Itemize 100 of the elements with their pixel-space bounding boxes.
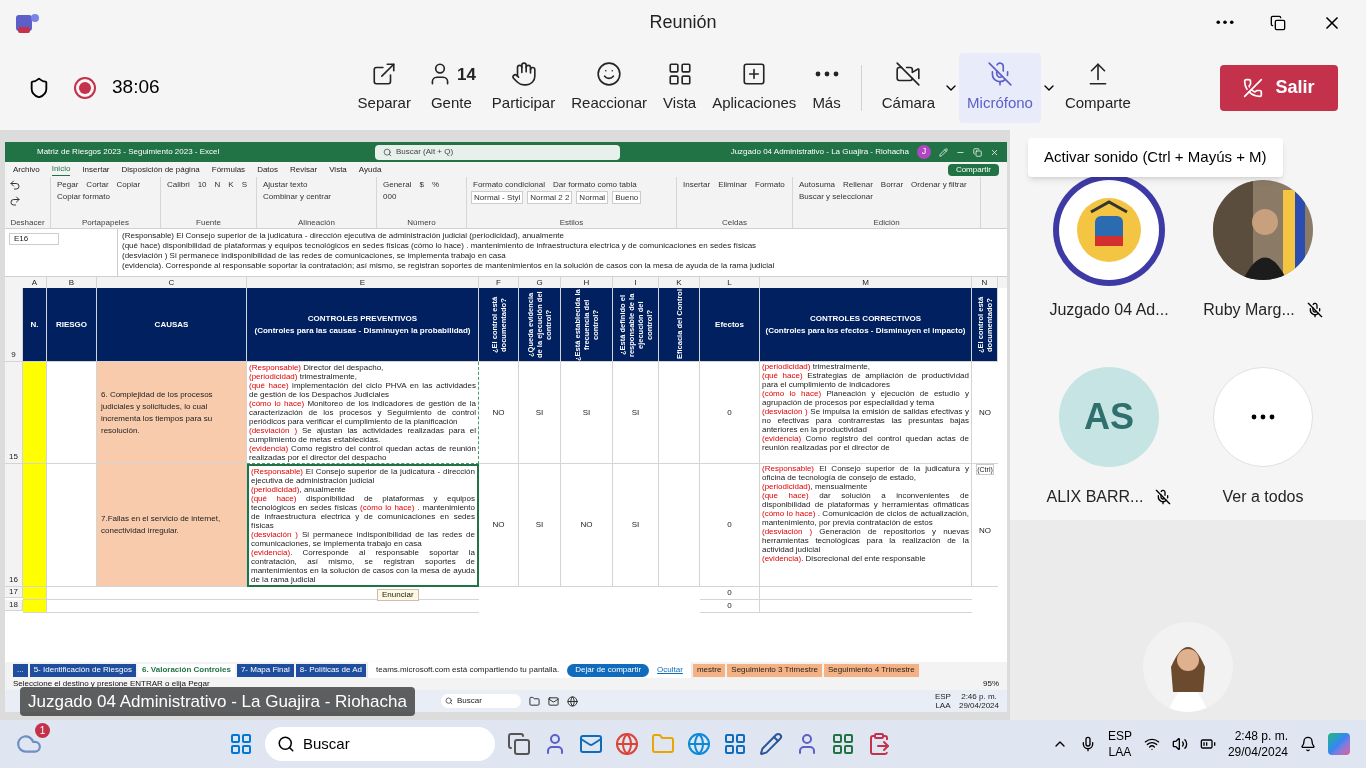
menu-tab[interactable]: Ayuda bbox=[358, 163, 382, 176]
notification-bell-icon[interactable] bbox=[1300, 736, 1316, 752]
ribbon-button[interactable]: Copiar bbox=[114, 179, 143, 190]
sheet-tab[interactable]: Seguimiento 4 Trimestre bbox=[824, 663, 919, 677]
ribbon-button[interactable]: Formato condicional bbox=[471, 179, 548, 190]
ribbon-button[interactable]: Copiar formato bbox=[55, 191, 112, 202]
menu-tab[interactable]: Inicio bbox=[51, 163, 71, 176]
toolbar-button[interactable]: 14 Gente bbox=[418, 52, 484, 123]
clock[interactable]: 2:48 p. m. 29/04/2024 bbox=[1227, 728, 1288, 760]
ribbon-button[interactable]: Buscar y seleccionar bbox=[797, 191, 875, 202]
toolbar-icon bbox=[987, 61, 1013, 88]
sheet-tab[interactable]: ... bbox=[13, 663, 28, 677]
taskbar-app-icon[interactable] bbox=[529, 695, 540, 707]
ribbon-button[interactable]: Normal 2 2 bbox=[527, 191, 573, 204]
toolbar-button[interactable]: Reaccionar bbox=[563, 52, 656, 123]
control-text: (periodicidad) trimestralmente, bbox=[762, 362, 872, 371]
undo-icon[interactable] bbox=[9, 179, 21, 191]
ribbon-button[interactable]: Normal - Styl bbox=[471, 191, 524, 204]
control-text: (evidencia). Corresponde al responsable soportar la contratación, así mismo, se registran soportes de mantenimientos en la solución de casos con la mesa de ayuda de la rama judicial bbox=[251, 548, 475, 584]
table-cell: SI bbox=[519, 464, 561, 587]
formula-line: (evidencia). Corresponde al responsable soportar la contratación; así mismo, se registran soportes de mantenimientos en la solución de casos con la mesa de ayuda de la rama judicial bbox=[122, 261, 776, 271]
ribbon-button[interactable]: Normal bbox=[576, 191, 609, 204]
ribbon-button[interactable]: N bbox=[212, 179, 223, 190]
table-cell: NO bbox=[979, 524, 991, 537]
toolbar-button[interactable]: Participar bbox=[483, 52, 564, 123]
pen-icon[interactable] bbox=[939, 147, 948, 157]
volume-icon[interactable] bbox=[1171, 736, 1188, 752]
teams-logo-icon bbox=[16, 11, 40, 34]
restore-icon[interactable] bbox=[1270, 14, 1286, 31]
ribbon-button[interactable]: Rellenar bbox=[841, 179, 875, 190]
search-field[interactable]: Buscar (Alt + Q) bbox=[375, 144, 620, 160]
search-icon bbox=[277, 735, 295, 753]
menu-tab[interactable]: Insertar bbox=[82, 163, 110, 176]
hide-link[interactable]: Ocultar bbox=[657, 664, 683, 676]
wifi-icon[interactable] bbox=[1143, 736, 1160, 752]
menu-tab[interactable]: Datos bbox=[257, 163, 279, 176]
ribbon-button[interactable]: K bbox=[226, 179, 236, 190]
taskbar-app-icon[interactable] bbox=[548, 695, 559, 707]
ribbon-button[interactable]: Eliminar bbox=[716, 179, 750, 190]
table-cell: NO bbox=[479, 464, 519, 587]
search-field[interactable]: Buscar bbox=[441, 694, 521, 708]
redo-icon[interactable] bbox=[9, 195, 21, 207]
ribbon-button[interactable]: Insertar bbox=[681, 179, 713, 190]
ribbon-button[interactable]: General bbox=[381, 179, 414, 190]
taskbar-app-icon[interactable] bbox=[759, 732, 783, 756]
share-button[interactable]: Compartir bbox=[947, 163, 999, 176]
table-cell: SI bbox=[519, 362, 561, 464]
search-field[interactable]: Buscar bbox=[265, 727, 495, 761]
menu-tab[interactable]: Vista bbox=[329, 163, 347, 176]
taskbar-app-icon[interactable] bbox=[567, 695, 578, 707]
start-icon[interactable] bbox=[229, 732, 253, 756]
toolbar-button[interactable]: Aplicaciones bbox=[704, 52, 805, 123]
sheet-tab[interactable]: 5- Identificación de Riesgos bbox=[29, 663, 136, 677]
sheet-tab[interactable]: 7- Mapa Final bbox=[236, 663, 294, 677]
sheet-tab[interactable]: 6. Valoración Controles bbox=[137, 663, 235, 677]
sheet-tab[interactable]: mestre bbox=[692, 663, 726, 677]
toolbar-button[interactable]: Micrófono bbox=[959, 52, 1041, 123]
ribbon-button[interactable]: Pegar bbox=[55, 179, 81, 190]
menu-tab[interactable]: Fórmulas bbox=[211, 163, 246, 176]
ribbon-button[interactable]: Cortar bbox=[84, 179, 111, 190]
ribbon-button[interactable]: $ bbox=[417, 179, 426, 190]
taskbar-app-icon[interactable] bbox=[507, 732, 531, 756]
stop-sharing-button[interactable]: Dejar de compartir bbox=[567, 663, 650, 677]
ribbon-button[interactable]: % bbox=[429, 179, 442, 190]
toolbar-button[interactable]: Vista bbox=[655, 52, 705, 123]
toolbar-icon bbox=[510, 61, 537, 88]
ribbon-button[interactable]: 000 bbox=[381, 191, 399, 202]
ribbon-button[interactable]: Calibri bbox=[165, 179, 192, 190]
row-number: 16 bbox=[5, 464, 23, 587]
control-text: (desviación ) Generación de repositorios y nuevas herramientas tecnológicas para la realización de la actividad judicial bbox=[762, 527, 969, 554]
ribbon-button[interactable]: Formato bbox=[753, 179, 787, 190]
ribbon-button[interactable]: S bbox=[239, 179, 250, 190]
menu-tab[interactable]: Disposición de página bbox=[121, 163, 200, 176]
toolbar-button[interactable]: Separar bbox=[349, 52, 419, 123]
toolbar-button[interactable]: Más bbox=[804, 52, 849, 123]
menu-tab[interactable]: Revisar bbox=[290, 163, 318, 176]
ribbon-button[interactable]: Autosuma bbox=[797, 179, 838, 190]
ribbon-button[interactable]: Ajustar texto bbox=[261, 179, 310, 190]
control-cell[interactable] bbox=[247, 362, 479, 464]
menu-tab[interactable]: Archivo bbox=[13, 163, 40, 176]
sheet-tab[interactable]: Seguimiento 3 Trimestre bbox=[727, 663, 823, 677]
battery-icon[interactable] bbox=[1199, 736, 1216, 752]
name-box[interactable]: E16 bbox=[9, 233, 59, 245]
leave-button[interactable]: Salir bbox=[1220, 64, 1338, 111]
table-cell: SI bbox=[613, 362, 659, 464]
ribbon-group-label: Alineación bbox=[297, 218, 336, 228]
control-cell[interactable] bbox=[247, 464, 479, 587]
ribbon-group-label: Estilos bbox=[558, 218, 585, 228]
sheet-tab[interactable]: 8- Políticas de Ad bbox=[295, 663, 367, 677]
language-indicator[interactable]: ESP LAA bbox=[1107, 728, 1132, 760]
ribbon-button[interactable]: 10 bbox=[195, 179, 209, 190]
control-text: (que hace) dar solución a inconvenientes de disponibilidad de plataformas y herramientas ofimáticas (cómo lo hace) . Comunicación de ciclos de actualización, mantenimiento, por previa contratación de estos bbox=[762, 491, 969, 527]
ribbon-button[interactable]: Borrar bbox=[878, 179, 906, 190]
toolbar-button[interactable]: Comparte bbox=[1056, 52, 1139, 123]
toolbar-button[interactable]: Cámara bbox=[873, 52, 944, 123]
account-avatar[interactable]: J bbox=[917, 145, 931, 159]
ribbon-button[interactable]: Dar formato como tabla bbox=[551, 179, 639, 190]
ribbon-button[interactable]: Combinar y centrar bbox=[261, 191, 334, 202]
ribbon-button[interactable]: Bueno bbox=[612, 191, 642, 204]
ribbon-button[interactable]: Ordenar y filtrar bbox=[909, 179, 969, 190]
